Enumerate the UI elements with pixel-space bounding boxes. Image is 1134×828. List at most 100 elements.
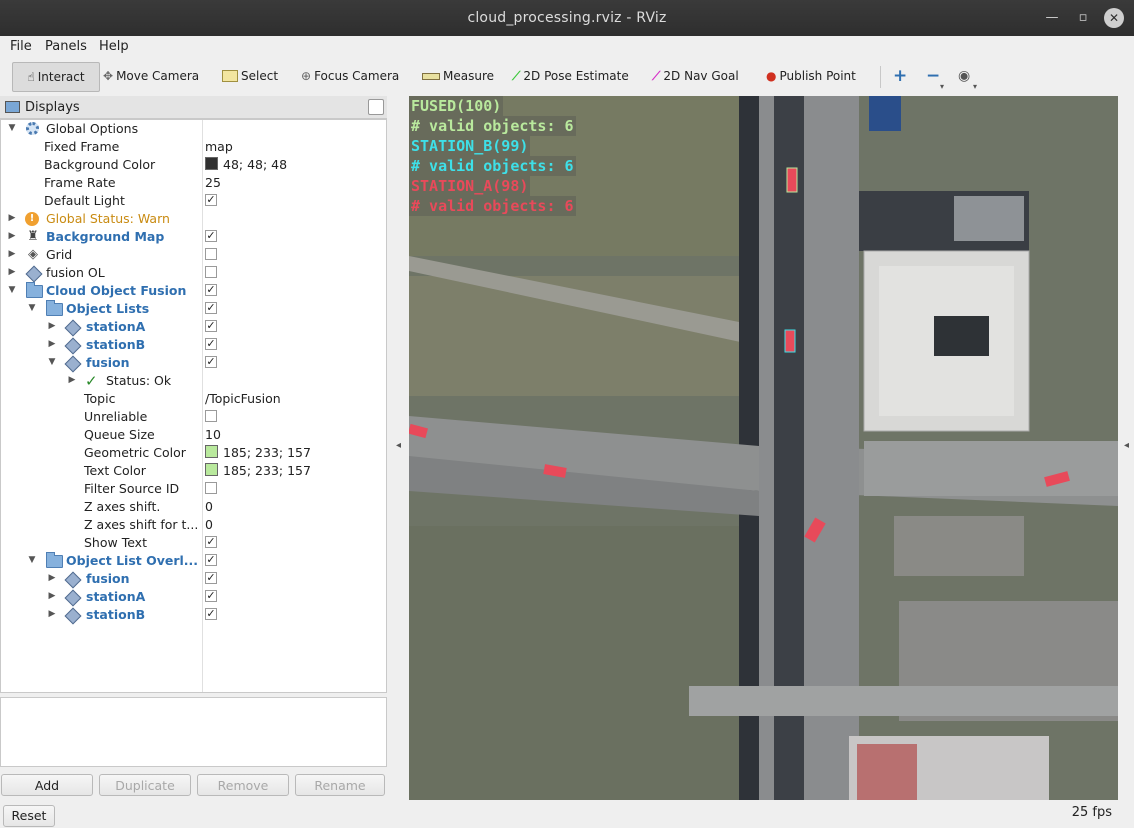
tree-row-fusion-ol[interactable]: ▶ fusion OL — [1, 264, 386, 283]
checkbox-checked[interactable]: ✓ — [205, 608, 217, 620]
checkbox-checked[interactable]: ✓ — [205, 194, 217, 206]
float-panel-button[interactable] — [368, 99, 384, 115]
row-value[interactable]: 0 — [205, 499, 213, 514]
collapsed-arrow-icon[interactable]: ▶ — [7, 212, 17, 224]
checkbox-checked[interactable]: ✓ — [205, 356, 217, 368]
tree-row-frame-rate[interactable]: Frame Rate 25 — [1, 174, 386, 192]
render-view[interactable]: FUSED(100) # valid objects: 6 STATION_B(… — [409, 96, 1118, 800]
collapsed-arrow-icon[interactable]: ▶ — [47, 590, 57, 602]
expanded-arrow-icon[interactable]: ▼ — [27, 554, 37, 566]
tree-row-queue-size[interactable]: Queue Size 10 — [1, 426, 386, 444]
tree-row-z-axes-shift-text[interactable]: Z axes shift for t... 0 — [1, 516, 386, 534]
checkbox-checked[interactable]: ✓ — [205, 590, 217, 602]
tree-row-status-ok[interactable]: ▶ ✓ Status: Ok — [1, 372, 386, 390]
checkbox-checked[interactable]: ✓ — [205, 320, 217, 332]
tree-row-filter-source-id[interactable]: Filter Source ID — [1, 480, 386, 498]
row-value[interactable]: /TopicFusion — [205, 391, 281, 406]
collapsed-arrow-icon[interactable]: ▶ — [47, 572, 57, 584]
checkbox-checked[interactable]: ✓ — [205, 284, 217, 296]
maximize-icon[interactable]: ▫ — [1073, 8, 1093, 28]
pose-estimate-tool[interactable]: ⟋ 2D Pose Estimate — [512, 62, 629, 90]
collapsed-arrow-icon[interactable]: ▶ — [47, 338, 57, 350]
row-label: Object Lists — [66, 301, 150, 316]
select-tool[interactable]: Select — [222, 62, 278, 90]
nav-goal-tool[interactable]: ⟋ 2D Nav Goal — [652, 62, 739, 90]
checkbox-checked[interactable]: ✓ — [205, 536, 217, 548]
row-value[interactable]: 185; 233; 157 — [205, 463, 311, 478]
collapsed-arrow-icon[interactable]: ▶ — [47, 320, 57, 332]
tree-row-show-text[interactable]: Show Text ✓ — [1, 534, 386, 552]
add-button[interactable]: Add — [1, 774, 93, 796]
expanded-arrow-icon[interactable]: ▼ — [7, 284, 17, 296]
tree-row-default-light[interactable]: Default Light ✓ — [1, 192, 386, 210]
remove-button[interactable]: Remove — [197, 774, 289, 796]
checkbox-unchecked[interactable] — [205, 266, 217, 278]
reset-button[interactable]: Reset — [3, 805, 55, 827]
expanded-arrow-icon[interactable]: ▼ — [27, 302, 37, 314]
collapsed-arrow-icon[interactable]: ▶ — [67, 374, 77, 386]
left-splitter-handle-icon[interactable]: ◂ — [396, 440, 401, 451]
checkbox-checked[interactable]: ✓ — [205, 230, 217, 242]
row-value[interactable]: 10 — [205, 427, 221, 442]
checkbox-checked[interactable]: ✓ — [205, 338, 217, 350]
rename-button[interactable]: Rename — [295, 774, 385, 796]
color-swatch — [205, 445, 218, 458]
checkbox-checked[interactable]: ✓ — [205, 554, 217, 566]
displays-panel-header: Displays — [0, 96, 387, 119]
checkbox-unchecked[interactable] — [205, 482, 217, 494]
tree-row-fixed-frame[interactable]: Fixed Frame map — [1, 138, 386, 156]
checkbox-checked[interactable]: ✓ — [205, 572, 217, 584]
publish-point-tool[interactable]: ● Publish Point — [766, 62, 856, 90]
tree-row-fusion[interactable]: ▼ fusion ✓ — [1, 354, 386, 373]
tree-row-geometric-color[interactable]: Geometric Color 185; 233; 157 — [1, 444, 386, 462]
tree-row-object-lists[interactable]: ▼ Object Lists ✓ — [1, 300, 386, 318]
close-icon[interactable]: ✕ — [1104, 8, 1124, 28]
tree-row-cloud-object-fusion[interactable]: ▼ Cloud Object Fusion ✓ — [1, 282, 386, 300]
eye-icon[interactable]: ◉ — [958, 62, 970, 90]
row-value[interactable]: 25 — [205, 175, 221, 190]
collapsed-arrow-icon[interactable]: ▶ — [7, 266, 17, 278]
tree-row-unreliable[interactable]: Unreliable — [1, 408, 386, 426]
row-value[interactable]: map — [205, 139, 233, 154]
tree-row-background-map[interactable]: ▶ ♜ Background Map ✓ — [1, 228, 386, 246]
fps-readout: 25 fps — [1071, 805, 1112, 820]
checkbox-checked[interactable]: ✓ — [205, 302, 217, 314]
collapsed-arrow-icon[interactable]: ▶ — [7, 248, 17, 260]
tree-row-global-options[interactable]: ▼ Global Options — [1, 120, 386, 138]
tree-row-overlay-fusion[interactable]: ▶ fusion ✓ — [1, 570, 386, 589]
tree-row-text-color[interactable]: Text Color 185; 233; 157 — [1, 462, 386, 480]
measure-tool[interactable]: Measure — [422, 62, 494, 90]
add-tool-icon[interactable]: + — [893, 62, 907, 90]
tree-row-z-axes-shift[interactable]: Z axes shift. 0 — [1, 498, 386, 516]
tree-row-topic[interactable]: Topic /TopicFusion — [1, 390, 386, 408]
focus-camera-tool[interactable]: ⊕ Focus Camera — [301, 62, 399, 90]
right-splitter-handle-icon[interactable]: ◂ — [1124, 440, 1129, 451]
tree-row-overlay-station-b[interactable]: ▶ stationB ✓ — [1, 606, 386, 625]
tree-row-background-color[interactable]: Background Color 48; 48; 48 — [1, 156, 386, 174]
checkbox-unchecked[interactable] — [205, 410, 217, 422]
tree-row-overlay-station-a[interactable]: ▶ stationA ✓ — [1, 588, 386, 607]
menu-help[interactable]: Help — [99, 39, 129, 54]
collapsed-arrow-icon[interactable]: ▶ — [7, 230, 17, 242]
nav-goal-label: 2D Nav Goal — [663, 69, 739, 83]
row-value[interactable]: 0 — [205, 517, 213, 532]
row-value[interactable]: 185; 233; 157 — [205, 445, 311, 460]
row-value[interactable]: 48; 48; 48 — [205, 157, 287, 172]
checkbox-unchecked[interactable] — [205, 248, 217, 260]
tree-row-station-a[interactable]: ▶ stationA ✓ — [1, 318, 386, 337]
remove-tool-icon[interactable]: − — [926, 62, 940, 90]
duplicate-button[interactable]: Duplicate — [99, 774, 191, 796]
menu-file[interactable]: File — [10, 39, 32, 54]
station-a-count-text: # valid objects: 6 — [409, 196, 576, 216]
tree-row-grid[interactable]: ▶ ◈ Grid — [1, 246, 386, 264]
tree-row-object-list-overlay[interactable]: ▼ Object List Overl... ✓ — [1, 552, 386, 570]
interact-tool[interactable]: ☝ Interact — [12, 62, 100, 92]
menu-panels[interactable]: Panels — [45, 39, 87, 54]
expanded-arrow-icon[interactable]: ▼ — [47, 356, 57, 368]
move-camera-tool[interactable]: ✥ Move Camera — [103, 62, 199, 90]
collapsed-arrow-icon[interactable]: ▶ — [47, 608, 57, 620]
minimize-icon[interactable]: — — [1042, 8, 1062, 28]
tree-row-station-b[interactable]: ▶ stationB ✓ — [1, 336, 386, 355]
tree-row-global-status[interactable]: ▶ ! Global Status: Warn — [1, 210, 386, 228]
expanded-arrow-icon[interactable]: ▼ — [7, 122, 17, 134]
